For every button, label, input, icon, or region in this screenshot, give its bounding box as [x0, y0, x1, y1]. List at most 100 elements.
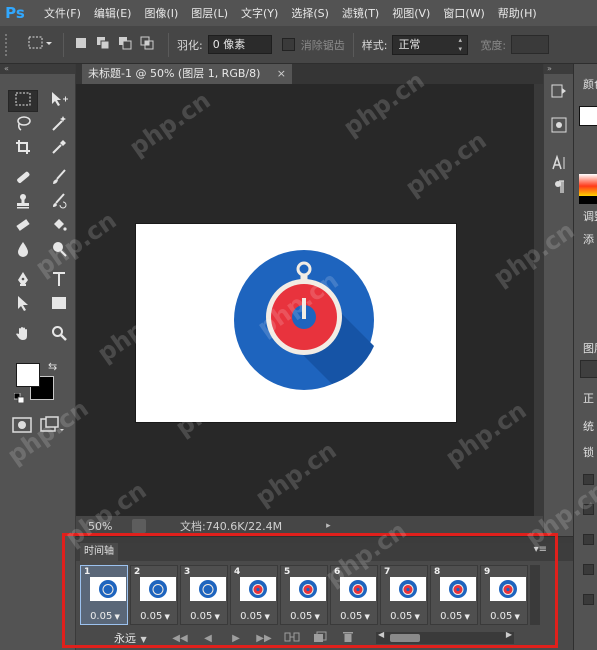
animation-frame[interactable]: 2 0.05 ▼: [130, 565, 178, 625]
frames-scrollbar[interactable]: [530, 565, 540, 625]
canvas-viewport[interactable]: [76, 84, 534, 516]
scroll-thumb[interactable]: [390, 634, 420, 642]
layers-panel-tab[interactable]: 图层: [583, 340, 597, 356]
close-icon[interactable]: ×: [277, 64, 286, 84]
layer-visibility-toggle[interactable]: [583, 564, 594, 575]
quick-mask-icon[interactable]: [12, 416, 32, 438]
timeline-tab[interactable]: 时间轴: [80, 543, 118, 561]
subtract-selection-mode[interactable]: [116, 36, 134, 54]
rectangle-tool[interactable]: [44, 294, 74, 316]
frame-delay-select[interactable]: 0.05 ▼: [431, 611, 479, 622]
rectangular-marquee-tool[interactable]: [8, 90, 38, 112]
layer-visibility-toggle[interactable]: [583, 534, 594, 545]
type-tool[interactable]: [44, 270, 74, 292]
swap-colors-icon[interactable]: ⇆: [48, 360, 57, 373]
panel-foreground-swatch[interactable]: [579, 106, 597, 126]
first-frame-button[interactable]: ◀◀: [168, 630, 192, 646]
history-panel-button[interactable]: [548, 82, 570, 104]
healing-brush-tool[interactable]: [8, 168, 38, 190]
frame-delay-select[interactable]: 0.05 ▼: [481, 611, 529, 622]
paragraph-panel-button[interactable]: [548, 178, 570, 200]
delete-frame-button[interactable]: [336, 630, 360, 646]
previous-frame-button[interactable]: ◀: [196, 630, 220, 646]
menu-edit[interactable]: 编辑(E): [94, 5, 132, 21]
pen-tool[interactable]: [8, 270, 38, 292]
width-input[interactable]: [511, 35, 550, 54]
eyedropper-tool[interactable]: [44, 138, 74, 160]
panels-collapse[interactable]: »: [544, 64, 573, 74]
path-selection-tool[interactable]: [8, 294, 38, 316]
intersect-selection-mode[interactable]: [138, 36, 156, 54]
tween-button[interactable]: [280, 630, 304, 646]
menu-layer[interactable]: 图层(L): [191, 5, 228, 21]
animation-frame[interactable]: 8 0.05 ▼: [430, 565, 478, 625]
animation-frame[interactable]: 5 0.05 ▼: [280, 565, 328, 625]
lasso-tool[interactable]: [8, 114, 38, 136]
add-selection-mode[interactable]: [94, 36, 112, 54]
menu-help[interactable]: 帮助(H): [498, 5, 537, 21]
layer-visibility-toggle[interactable]: [583, 594, 594, 605]
adjustments-panel-tab[interactable]: 调整: [583, 208, 597, 224]
feather-input[interactable]: 0 像素: [207, 35, 272, 54]
timeline-horizontal-scrollbar[interactable]: ◀ ▶: [376, 630, 514, 644]
blur-tool[interactable]: [8, 240, 38, 262]
magic-wand-tool[interactable]: [44, 114, 74, 136]
move-tool[interactable]: [44, 90, 74, 112]
animation-frame[interactable]: 3 0.05 ▼: [180, 565, 228, 625]
default-colors-icon[interactable]: [13, 392, 25, 404]
next-frame-button[interactable]: ▶▶: [252, 630, 276, 646]
brush-tool[interactable]: [44, 168, 74, 190]
hand-tool[interactable]: [8, 324, 38, 346]
document-canvas[interactable]: [136, 224, 456, 422]
document-tab[interactable]: 未标题-1 @ 50% (图层 1, RGB/8) ×: [82, 64, 292, 84]
document-scrollbar[interactable]: [534, 84, 543, 516]
character-panel-button[interactable]: [548, 154, 570, 176]
zoom-level[interactable]: 50%: [88, 520, 128, 533]
layer-filter-field[interactable]: [580, 360, 597, 378]
color-panel-tab[interactable]: 颜色: [583, 76, 597, 92]
clone-stamp-tool[interactable]: [8, 192, 38, 214]
style-select[interactable]: 正常: [392, 34, 469, 55]
frame-delay-select[interactable]: 0.05 ▼: [181, 611, 229, 622]
animation-frame[interactable]: 6 0.05 ▼: [330, 565, 378, 625]
crop-tool[interactable]: [8, 138, 38, 160]
menu-select[interactable]: 选择(S): [291, 5, 329, 21]
frame-delay-select[interactable]: 0.05 ▼: [131, 611, 179, 622]
scroll-right-icon[interactable]: ▶: [506, 630, 512, 639]
animation-frame[interactable]: 4 0.05 ▼: [230, 565, 278, 625]
layer-visibility-toggle[interactable]: [583, 504, 594, 515]
color-ramp[interactable]: [579, 174, 597, 196]
antialias-checkbox[interactable]: [281, 38, 295, 51]
menu-window[interactable]: 窗口(W): [443, 5, 484, 21]
zoom-tool[interactable]: [44, 324, 74, 346]
menu-filter[interactable]: 滤镜(T): [342, 5, 379, 21]
menu-file[interactable]: 文件(F): [44, 5, 81, 21]
scroll-left-icon[interactable]: ◀: [378, 630, 384, 639]
animation-frame[interactable]: 1 0.05 ▼: [80, 565, 128, 625]
status-info-icon[interactable]: [132, 519, 146, 533]
options-grip[interactable]: [5, 33, 11, 56]
tool-preset-picker[interactable]: [25, 34, 55, 56]
frame-delay-select[interactable]: 0.05 ▼: [281, 611, 329, 622]
duplicate-frame-button[interactable]: [308, 630, 332, 646]
frame-delay-select[interactable]: 0.05 ▼: [381, 611, 429, 622]
frame-delay-select[interactable]: 0.05 ▼: [231, 611, 279, 622]
history-brush-tool[interactable]: [44, 192, 74, 214]
eraser-tool[interactable]: [8, 216, 38, 238]
menu-image[interactable]: 图像(I): [144, 5, 178, 21]
play-button[interactable]: ▶: [224, 630, 248, 646]
paint-bucket-tool[interactable]: [44, 216, 74, 238]
dodge-tool[interactable]: [44, 240, 74, 262]
screen-mode-icon[interactable]: [40, 416, 64, 438]
frame-delay-select[interactable]: 0.05 ▼: [331, 611, 379, 622]
foreground-color[interactable]: [16, 363, 40, 387]
menu-view[interactable]: 视图(V): [392, 5, 430, 21]
properties-panel-button[interactable]: [548, 116, 570, 138]
layer-visibility-toggle[interactable]: [583, 474, 594, 485]
tools-collapse[interactable]: «: [0, 64, 75, 74]
menu-type[interactable]: 文字(Y): [241, 5, 278, 21]
status-menu-arrow-icon[interactable]: ▸: [326, 521, 331, 531]
loop-options-select[interactable]: 永远 ▼: [114, 630, 164, 646]
panel-menu-icon[interactable]: ▾≡: [534, 544, 547, 555]
new-selection-mode[interactable]: [72, 36, 90, 54]
